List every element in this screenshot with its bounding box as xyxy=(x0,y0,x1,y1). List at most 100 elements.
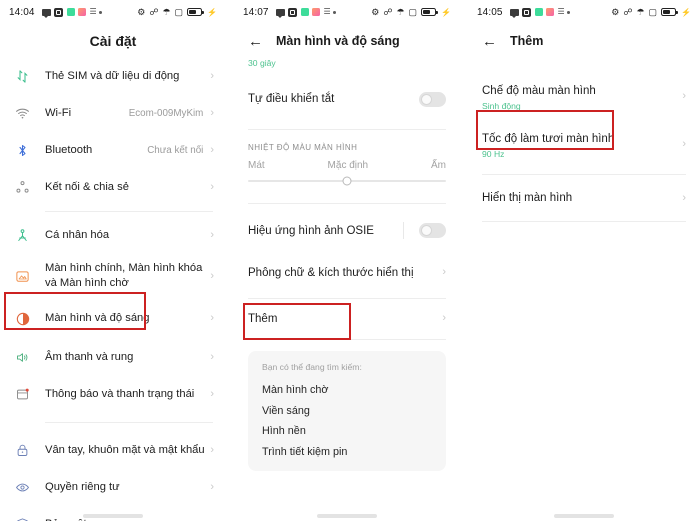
settings-row-sound-vibration[interactable]: Âm thanh và rung › xyxy=(0,339,226,376)
section-divider xyxy=(248,129,446,130)
chevron-right-icon: › xyxy=(210,181,214,193)
chevron-right-icon: › xyxy=(210,107,214,119)
bluetooth-status-icon: ☍ xyxy=(149,6,159,17)
back-icon[interactable]: ← xyxy=(248,34,263,49)
settings-row-label: Bluetooth xyxy=(45,143,93,156)
settings-row-sim[interactable]: Thẻ SIM và dữ liệu di động › xyxy=(0,58,226,95)
app-icon-green xyxy=(300,8,309,16)
battery-icon xyxy=(661,8,679,16)
settings-row-fingerprint[interactable]: Vân tay, khuôn mặt và mật khẩu › xyxy=(0,432,226,469)
refresh-rate-text: Tốc độ làm tươi màn hình 90 Hz xyxy=(482,129,682,160)
status-bar-panel2: 14:07 ☰ ⚙ ☍ ☂ ▢ ⚡ xyxy=(234,0,460,24)
status-system-icons: ⚙ ☍ ☂ ▢ ⚡ xyxy=(611,6,691,17)
screen-color-mode-value: Sinh động xyxy=(482,101,521,112)
color-temperature-section-title: NHIỆT ĐỘ MÀU MÀN HÌNH xyxy=(248,143,358,152)
screen-color-mode-row[interactable]: Chế độ màu màn hình Sinh động › xyxy=(468,72,700,120)
app-icon-camera xyxy=(288,7,298,17)
settings-row-value: Chưa kết nối xyxy=(147,145,204,156)
chevron-right-icon: › xyxy=(210,481,214,493)
chevron-right-icon: › xyxy=(682,137,686,150)
status-notification-icons: ☰ xyxy=(275,7,337,18)
mail-icon: ☰ xyxy=(557,7,565,16)
back-icon[interactable]: ← xyxy=(482,34,497,49)
color-temperature-slider[interactable] xyxy=(234,171,460,186)
more-dot-icon xyxy=(333,10,337,14)
font-size-label: Phông chữ & kích thước hiển thị xyxy=(248,266,414,279)
panel-separator xyxy=(460,0,468,521)
nfc-icon: ⚙ xyxy=(371,6,380,17)
settings-row-display-brightness[interactable]: Màn hình và độ sáng › xyxy=(0,298,226,339)
wifi-status-icon: ☂ xyxy=(396,6,405,17)
suggestion-item[interactable]: Viền sáng xyxy=(248,396,446,417)
more-display-settings-screen: 14:05 ☰ ⚙ ☍ ☂ ▢ ⚡ ← Thêm Chế độ màu màn … xyxy=(468,0,700,521)
auto-off-toggle[interactable] xyxy=(419,91,446,107)
alarm-icon: ▢ xyxy=(648,6,658,17)
app-icon-photos xyxy=(312,8,321,16)
chevron-right-icon: › xyxy=(682,89,686,102)
app-icon-green xyxy=(66,8,75,16)
vertical-divider xyxy=(403,222,404,239)
nfc-icon: ⚙ xyxy=(611,6,620,17)
settings-row-notifications[interactable]: Thông báo và thanh trạng thái › xyxy=(0,376,226,413)
settings-row-personalization[interactable]: Cá nhân hóa › xyxy=(0,217,226,254)
settings-row-label: Kết nối & chia sẻ xyxy=(45,180,129,193)
chevron-right-icon: › xyxy=(210,444,214,456)
settings-row-wifi[interactable]: Wi-Fi Ecom-009MyKim › xyxy=(0,95,226,132)
screen-display-row[interactable]: Hiển thị màn hình › xyxy=(468,175,700,221)
screen-header: ← Màn hình và độ sáng xyxy=(234,24,460,58)
settings-row-label: Màn hình chính, Màn hình khóa và Màn hìn… xyxy=(45,261,203,289)
settings-row-label: Vân tay, khuôn mặt và mật khẩu xyxy=(45,443,205,456)
status-time: 14:04 xyxy=(9,6,35,18)
status-system-icons: ⚙ ☍ ☂ ▢ ⚡ xyxy=(371,6,451,17)
battery-icon xyxy=(187,8,205,16)
app-icon-photos xyxy=(546,8,555,16)
more-label: Thêm xyxy=(248,312,278,325)
status-bar-panel3: 14:05 ☰ ⚙ ☍ ☂ ▢ ⚡ xyxy=(468,0,700,24)
font-size-row[interactable]: Phông chữ & kích thước hiển thị › xyxy=(234,252,460,294)
notification-icon xyxy=(13,385,32,404)
app-icon-photos xyxy=(78,8,87,16)
charging-icon: ⚡ xyxy=(441,7,451,17)
settings-row-bluetooth[interactable]: Bluetooth Chưa kết nối › xyxy=(0,132,226,169)
temp-cool-label: Mát xyxy=(248,160,265,171)
settings-row-connection-share[interactable]: Kết nối & chia sẻ › xyxy=(0,169,226,206)
refresh-rate-row[interactable]: Tốc độ làm tươi màn hình 90 Hz › xyxy=(468,120,700,168)
suggestion-item[interactable]: Hình nền xyxy=(248,417,446,437)
connection-share-icon xyxy=(13,178,32,197)
settings-row-label: Wi-Fi xyxy=(45,106,72,119)
bluetooth-icon xyxy=(13,141,32,160)
settings-main-screen: 14:04 ☰ ⚙ ☍ ☂ ▢ ⚡ Cài đặt Thẻ SIM và dữ … xyxy=(0,0,226,521)
bluetooth-status-icon: ☍ xyxy=(623,6,633,17)
chevron-right-icon: › xyxy=(210,388,214,400)
refresh-rate-value: 90 Hz xyxy=(482,149,505,160)
suggestion-item[interactable]: Màn hình chờ xyxy=(248,376,446,396)
chevron-right-icon: › xyxy=(210,70,214,82)
settings-row-label: Màn hình và độ sáng xyxy=(45,311,150,324)
suggestion-card: Bạn có thể đang tìm kiếm: Màn hình chờ V… xyxy=(248,350,446,471)
osie-toggle[interactable] xyxy=(419,223,446,238)
temp-warm-label: Ấm xyxy=(431,160,446,171)
osie-row[interactable]: Hiệu ứng hình ảnh OSIE xyxy=(234,210,460,252)
settings-row-home-screen[interactable]: Màn hình chính, Màn hình khóa và Màn hìn… xyxy=(0,254,226,298)
chevron-right-icon: › xyxy=(210,144,214,156)
chevron-right-icon: › xyxy=(210,269,214,282)
chevron-right-icon: › xyxy=(210,229,214,241)
sleep-timeout-value: 30 giây xyxy=(248,58,276,68)
status-notification-icons: ☰ xyxy=(509,7,571,18)
more-row[interactable]: Thêm › xyxy=(234,299,460,339)
auto-off-row[interactable]: Tự điều khiển tắt xyxy=(234,78,460,120)
settings-row-label: Cá nhân hóa xyxy=(45,228,110,241)
osie-label: Hiệu ứng hình ảnh OSIE xyxy=(248,224,374,237)
section-divider xyxy=(248,202,446,204)
app-icon-camera xyxy=(54,7,64,17)
security-shield-icon xyxy=(13,515,32,521)
charging-icon: ⚡ xyxy=(207,7,217,17)
app-icon-camera xyxy=(522,7,532,17)
status-time: 14:07 xyxy=(243,6,269,18)
settings-row-label: Thông báo và thanh trạng thái xyxy=(45,387,195,400)
slider-handle[interactable] xyxy=(342,176,352,186)
status-notification-icons: ☰ xyxy=(41,7,103,18)
settings-row-privacy[interactable]: Quyền riêng tư › xyxy=(0,469,226,506)
suggestion-item[interactable]: Trình tiết kiệm pin xyxy=(248,437,446,458)
settings-row-label: Quyền riêng tư xyxy=(45,480,120,493)
